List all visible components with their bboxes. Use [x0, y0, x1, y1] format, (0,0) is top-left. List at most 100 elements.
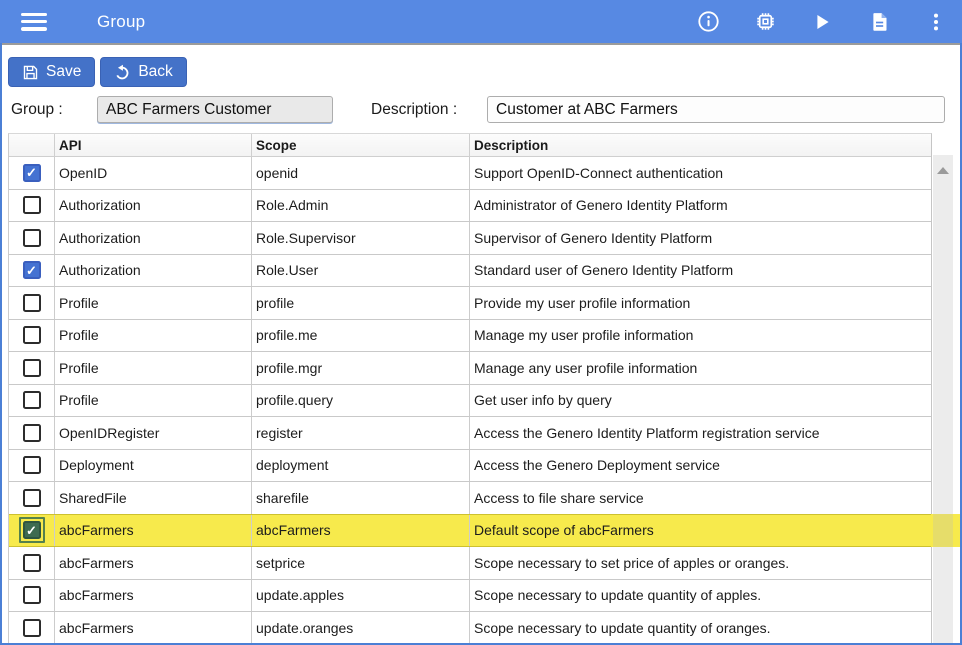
row-checkbox-cell: ✓: [9, 515, 54, 547]
save-button[interactable]: Save: [8, 57, 95, 87]
group-name-input[interactable]: [97, 96, 333, 123]
row-scope: Role.Supervisor: [251, 222, 469, 254]
column-header-api[interactable]: API: [54, 134, 251, 156]
row-description: Provide my user profile information: [469, 287, 931, 319]
row-description: Access the Genero Deployment service: [469, 450, 931, 482]
info-icon[interactable]: [696, 10, 720, 34]
row-checkbox[interactable]: ✓: [23, 391, 41, 409]
vertical-scrollbar[interactable]: [933, 155, 953, 643]
table-row[interactable]: ✓ Deployment deployment Access the Gener…: [9, 450, 931, 483]
table-row[interactable]: ✓ abcFarmers setprice Scope necessary to…: [9, 547, 931, 580]
row-api: Authorization: [54, 222, 251, 254]
row-description: Manage my user profile information: [469, 320, 931, 352]
appbar-actions: [696, 0, 948, 43]
undo-icon: [114, 64, 131, 81]
table-row[interactable]: ✓ Authorization Role.Supervisor Supervis…: [9, 222, 931, 255]
row-description: Default scope of abcFarmers: [469, 515, 931, 547]
table-row[interactable]: ✓ OpenID openid Support OpenID-Connect a…: [9, 157, 931, 190]
row-scope: update.apples: [251, 580, 469, 612]
row-checkbox[interactable]: ✓: [23, 619, 41, 637]
table-row[interactable]: ✓ abcFarmers update.apples Scope necessa…: [9, 580, 931, 613]
table-row[interactable]: ✓ abcFarmers update.oranges Scope necess…: [9, 612, 931, 645]
table-row[interactable]: ✓ Authorization Role.User Standard user …: [9, 255, 931, 288]
row-scope: sharefile: [251, 482, 469, 514]
row-api: abcFarmers: [54, 612, 251, 644]
table-row[interactable]: ✓ Profile profile Provide my user profil…: [9, 287, 931, 320]
description-input[interactable]: [487, 96, 945, 123]
page-title: Group: [97, 12, 145, 32]
row-checkbox-cell: ✓: [9, 222, 54, 254]
row-scope: Role.User: [251, 255, 469, 287]
row-scope: deployment: [251, 450, 469, 482]
back-button-label: Back: [138, 63, 172, 81]
row-checkbox-cell: ✓: [9, 320, 54, 352]
row-description: Standard user of Genero Identity Platfor…: [469, 255, 931, 287]
back-button[interactable]: Back: [100, 57, 186, 87]
table-row[interactable]: ✓ Authorization Role.Admin Administrator…: [9, 190, 931, 223]
row-scope: register: [251, 417, 469, 449]
hamburger-menu-icon[interactable]: [21, 13, 47, 31]
row-description: Supervisor of Genero Identity Platform: [469, 222, 931, 254]
scroll-up-arrow-icon[interactable]: [937, 167, 949, 174]
row-checkbox[interactable]: ✓: [23, 521, 41, 539]
row-checkbox[interactable]: ✓: [23, 164, 41, 182]
row-api: Authorization: [54, 255, 251, 287]
row-checkbox-cell: ✓: [9, 190, 54, 222]
table-row[interactable]: ✓ Profile profile.query Get user info by…: [9, 385, 931, 418]
row-scope: profile: [251, 287, 469, 319]
row-checkbox[interactable]: ✓: [23, 554, 41, 572]
row-checkbox[interactable]: ✓: [23, 196, 41, 214]
row-checkbox[interactable]: ✓: [23, 261, 41, 279]
row-checkbox-cell: ✓: [9, 612, 54, 644]
row-api: abcFarmers: [54, 547, 251, 579]
row-checkbox[interactable]: ✓: [23, 424, 41, 442]
save-icon: [22, 64, 39, 81]
chip-icon[interactable]: [753, 10, 777, 34]
row-api: Profile: [54, 385, 251, 417]
table-row[interactable]: ✓ abcFarmers abcFarmers Default scope of…: [9, 514, 931, 548]
row-checkbox[interactable]: ✓: [23, 456, 41, 474]
row-api: OpenIDRegister: [54, 417, 251, 449]
row-checkbox-cell: ✓: [9, 385, 54, 417]
table-header-row: API Scope Description: [9, 134, 931, 157]
row-api: Authorization: [54, 190, 251, 222]
row-checkbox[interactable]: ✓: [23, 326, 41, 344]
row-description: Scope necessary to update quantity of ap…: [469, 580, 931, 612]
header-divider: [0, 43, 962, 45]
row-scope: update.oranges: [251, 612, 469, 644]
row-checkbox-cell: ✓: [9, 287, 54, 319]
row-checkbox[interactable]: ✓: [23, 294, 41, 312]
row-api: abcFarmers: [54, 515, 251, 547]
kebab-menu-icon[interactable]: [924, 10, 948, 34]
row-checkbox-cell: ✓: [9, 450, 54, 482]
row-scope: profile.mgr: [251, 352, 469, 384]
toolbar: Save Back: [8, 57, 187, 87]
row-scope: Role.Admin: [251, 190, 469, 222]
table-row[interactable]: ✓ SharedFile sharefile Access to file sh…: [9, 482, 931, 515]
row-description: Scope necessary to update quantity of or…: [469, 612, 931, 644]
row-api: abcFarmers: [54, 580, 251, 612]
row-scope: openid: [251, 157, 469, 189]
table-row[interactable]: ✓ Profile profile.mgr Manage any user pr…: [9, 352, 931, 385]
row-checkbox-cell: ✓: [9, 255, 54, 287]
row-checkbox[interactable]: ✓: [23, 586, 41, 604]
row-description: Get user info by query: [469, 385, 931, 417]
row-checkbox-cell: ✓: [9, 547, 54, 579]
row-scope: setprice: [251, 547, 469, 579]
table-row[interactable]: ✓ OpenIDRegister register Access the Gen…: [9, 417, 931, 450]
row-checkbox[interactable]: ✓: [23, 229, 41, 247]
row-checkbox[interactable]: ✓: [23, 489, 41, 507]
row-api: OpenID: [54, 157, 251, 189]
column-header-scope[interactable]: Scope: [251, 134, 469, 156]
row-description: Support OpenID-Connect authentication: [469, 157, 931, 189]
row-checkbox[interactable]: ✓: [23, 359, 41, 377]
table-row[interactable]: ✓ Profile profile.me Manage my user prof…: [9, 320, 931, 353]
run-icon[interactable]: [810, 10, 834, 34]
row-checkbox-cell: ✓: [9, 417, 54, 449]
save-button-label: Save: [46, 63, 81, 81]
description-label: Description :: [371, 101, 457, 119]
row-scope: abcFarmers: [251, 515, 469, 547]
row-description: Manage any user profile information: [469, 352, 931, 384]
document-icon[interactable]: [867, 10, 891, 34]
column-header-description[interactable]: Description: [469, 134, 931, 156]
